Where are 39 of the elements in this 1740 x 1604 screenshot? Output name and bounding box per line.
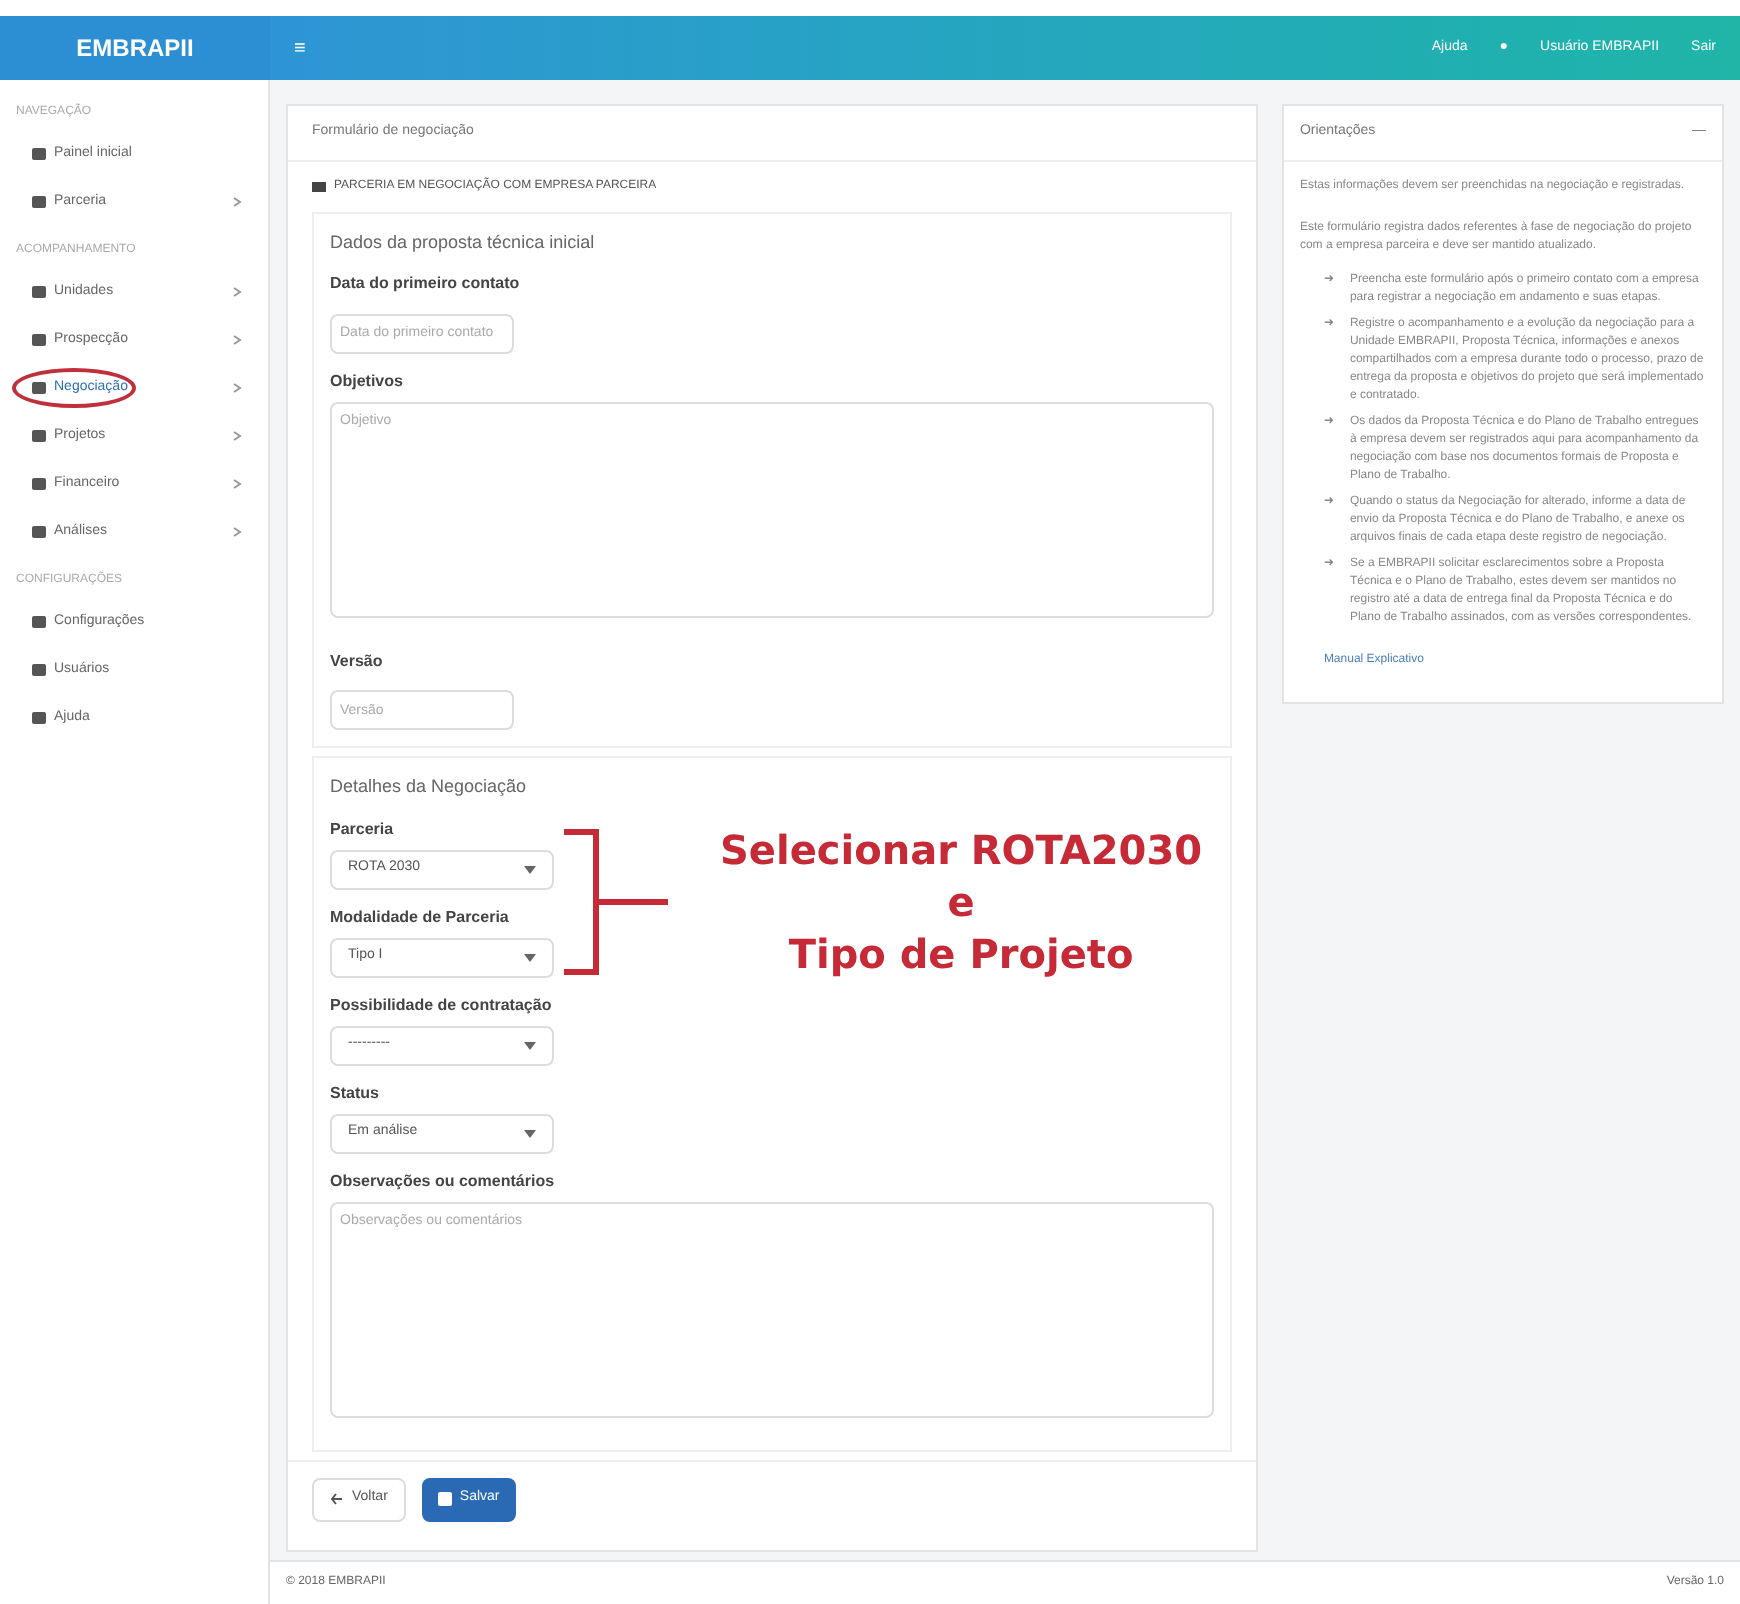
annotation-text: Selecionar ROTA2030: [720, 824, 1203, 876]
caret-icon: [524, 1041, 536, 1049]
logo[interactable]: EMBRAPII: [0, 16, 270, 80]
field-label: Objetivos: [330, 369, 405, 393]
menu-item-icon: [32, 382, 46, 394]
field-label: Observações ou comentários: [330, 1169, 557, 1193]
menu-item-icon: [32, 334, 46, 346]
chevron-icon: [232, 286, 244, 298]
chevron-icon: [232, 526, 244, 538]
menu-item-icon: [32, 196, 46, 208]
menu-item-icon: [32, 664, 46, 676]
field-label: Possibilidade de contratação: [330, 993, 554, 1017]
caret-icon: [524, 953, 536, 961]
chevron-icon: [232, 430, 244, 442]
menu-item-icon: [32, 430, 46, 442]
field-label: Parceria: [330, 817, 396, 841]
menu-item-icon: [32, 616, 46, 628]
annotation-text: e: [947, 876, 975, 928]
menu-item-icon: [32, 526, 46, 538]
field-label: Data do primeiro contato: [330, 272, 522, 296]
folder-icon: [312, 181, 326, 191]
field-label: Status: [330, 1081, 381, 1105]
save-icon: [437, 1492, 452, 1506]
chevron-icon: [232, 196, 244, 208]
menu-item-icon: [32, 478, 46, 490]
back-icon: [330, 1492, 344, 1506]
section-title: Dados da proposta técnica inicial: [330, 229, 595, 256]
annotation-text: Tipo de Projeto: [788, 928, 1134, 980]
chevron-icon: [232, 334, 244, 346]
menu-icon[interactable]: ≡: [294, 33, 306, 63]
menu-item-icon: [32, 286, 46, 298]
caret-icon: [524, 865, 536, 873]
field-label: Versão: [330, 649, 385, 673]
section-title: Detalhes da Negociação: [330, 774, 527, 800]
menu-item-icon: [32, 148, 46, 160]
caret-icon: [524, 1129, 536, 1137]
menu-item-icon: [32, 712, 46, 724]
chevron-icon: [232, 478, 244, 490]
chevron-icon: [232, 382, 244, 394]
